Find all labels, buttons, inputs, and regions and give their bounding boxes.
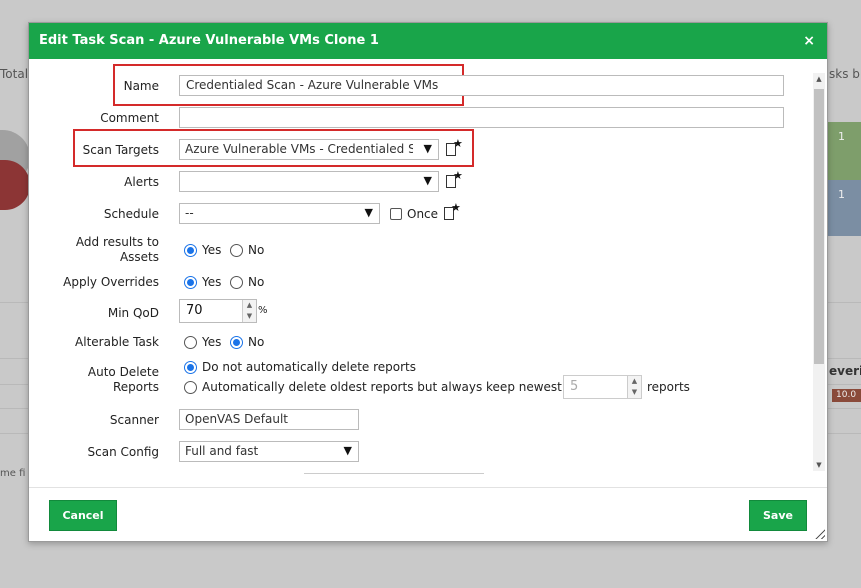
min-qod-spinner[interactable]: 70 ▲ ▼	[179, 299, 257, 323]
apply-overrides-no-label: No	[248, 275, 265, 289]
auto-delete-keep-radio[interactable]	[184, 381, 197, 394]
spin-up-icon[interactable]: ▲	[628, 376, 641, 387]
scroll-up-icon[interactable]: ▲	[813, 73, 825, 85]
add-results-label-line2: Assets	[119, 250, 159, 264]
keep-reports-value: 5	[570, 379, 579, 394]
chevron-down-icon: ▼	[343, 444, 352, 457]
chevron-down-icon: ▼	[423, 142, 432, 155]
bg-bar-value: 1	[838, 130, 845, 143]
bg-bar-value: 1	[838, 188, 845, 201]
edit-task-dialog: Edit Task Scan - Azure Vulnerable VMs Cl…	[28, 22, 828, 542]
bg-tasks-label: sks b	[829, 67, 860, 81]
keep-reports-unit: reports	[647, 380, 690, 394]
alterable-task-label: Alterable Task	[75, 335, 159, 349]
save-button[interactable]: Save	[749, 500, 807, 531]
auto-delete-keep-label: Automatically delete oldest reports but …	[202, 380, 562, 394]
chevron-down-icon: ▼	[423, 174, 432, 187]
spin-down-icon[interactable]: ▼	[628, 387, 641, 398]
dialog-header: Edit Task Scan - Azure Vulnerable VMs Cl…	[29, 23, 827, 59]
scanner-label: Scanner	[109, 413, 159, 427]
alerts-label: Alerts	[124, 175, 159, 189]
scan-targets-label: Scan Targets	[82, 143, 159, 157]
bg-bar-blue: 1	[826, 180, 861, 236]
alerts-select[interactable]: ▼	[179, 171, 439, 192]
dialog-footer: Cancel Save	[29, 487, 827, 541]
name-input[interactable]: Credentialed Scan - Azure Vulnerable VMs	[179, 75, 784, 96]
star-icon: ★	[451, 201, 461, 214]
min-qod-label: Min QoD	[107, 306, 159, 320]
apply-overrides-no-radio[interactable]	[230, 276, 243, 289]
dialog-title: Edit Task Scan - Azure Vulnerable VMs Cl…	[39, 33, 379, 48]
scanner-select[interactable]: OpenVAS Default	[179, 409, 359, 430]
keep-reports-stepper[interactable]: ▲ ▼	[627, 376, 641, 398]
schedule-select[interactable]: -- ▼	[179, 203, 380, 224]
spin-up-icon[interactable]: ▲	[243, 300, 256, 311]
min-qod-value: 70	[186, 303, 203, 318]
comment-label: Comment	[100, 111, 159, 125]
add-results-no-label: No	[248, 243, 265, 257]
add-results-yes-radio[interactable]	[184, 244, 197, 257]
name-label: Name	[123, 79, 159, 93]
next-field-edge	[304, 473, 484, 474]
min-qod-stepper[interactable]: ▲ ▼	[242, 300, 256, 322]
apply-overrides-yes-radio[interactable]	[184, 276, 197, 289]
auto-delete-label-line1: Auto Delete	[87, 365, 159, 379]
new-schedule-icon[interactable]: ★	[443, 201, 461, 221]
resize-handle-icon[interactable]	[813, 527, 825, 539]
auto-delete-label-line2: Reports	[112, 380, 159, 394]
apply-overrides-yes-label: Yes	[202, 275, 222, 289]
alterable-task-yes-label: Yes	[202, 335, 222, 349]
close-icon[interactable]: ×	[803, 23, 815, 59]
scan-config-value: Full and fast	[185, 444, 259, 458]
bg-severity-badge: 10.0	[832, 389, 861, 402]
scan-targets-select[interactable]: Azure Vulnerable VMs - Credentialed Sc ▼	[179, 139, 439, 160]
scan-config-label: Scan Config	[87, 445, 160, 459]
star-icon: ★	[453, 137, 463, 150]
schedule-value: --	[185, 206, 194, 220]
new-target-icon[interactable]: ★	[445, 137, 463, 157]
comment-input[interactable]	[179, 107, 784, 128]
scrollbar-thumb[interactable]	[814, 89, 824, 364]
add-results-yes-label: Yes	[202, 243, 222, 257]
once-label: Once	[407, 207, 439, 221]
alterable-task-yes-radio[interactable]	[184, 336, 197, 349]
apply-overrides-label: Apply Overrides	[63, 275, 159, 289]
schedule-label: Schedule	[103, 207, 159, 221]
scanner-value: OpenVAS Default	[185, 412, 288, 426]
chevron-down-icon: ▼	[364, 206, 373, 219]
add-results-no-radio[interactable]	[230, 244, 243, 257]
scan-targets-value: Azure Vulnerable VMs - Credentialed Sc	[185, 142, 413, 156]
cancel-button[interactable]: Cancel	[49, 500, 117, 531]
dialog-body: Name Credentialed Scan - Azure Vulnerabl…	[29, 59, 827, 489]
add-results-label-line1: Add results to	[75, 235, 159, 249]
new-alert-icon[interactable]: ★	[445, 169, 463, 189]
alterable-task-no-radio[interactable]	[230, 336, 243, 349]
bg-severity-header: everit	[829, 364, 861, 378]
auto-delete-none-radio[interactable]	[184, 361, 197, 374]
min-qod-unit: %	[258, 305, 268, 316]
scan-config-select[interactable]: Full and fast ▼	[179, 441, 359, 462]
bg-bar-green: 1	[826, 122, 861, 180]
auto-delete-none-label: Do not automatically delete reports	[202, 360, 417, 374]
dialog-scrollbar[interactable]: ▲ ▼	[813, 73, 825, 471]
once-checkbox[interactable]	[390, 208, 402, 220]
bg-footer-text: me fi	[0, 468, 26, 479]
keep-reports-spinner[interactable]: 5 ▲ ▼	[563, 375, 642, 399]
star-icon: ★	[453, 169, 463, 182]
scroll-down-icon[interactable]: ▼	[813, 459, 825, 471]
alterable-task-no-label: No	[248, 335, 265, 349]
spin-down-icon[interactable]: ▼	[243, 311, 256, 322]
